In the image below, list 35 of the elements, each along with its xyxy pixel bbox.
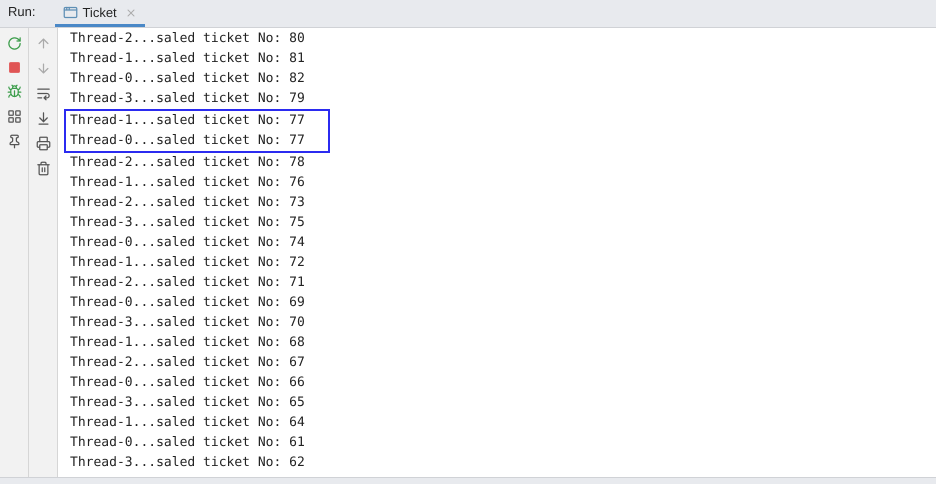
console-line: Thread-0...saled ticket No: 69 [70, 294, 306, 312]
print-icon[interactable] [36, 136, 50, 151]
console-line: Thread-1...saled ticket No: 68 [70, 334, 306, 352]
console-line: Thread-0...saled ticket No: 74 [70, 234, 306, 252]
console-line: Thread-1...saled ticket No: 81 [70, 50, 306, 68]
console-line: Thread-3...saled ticket No: 75 [70, 214, 306, 232]
console-tab[interactable]: Ticket [55, 1, 145, 27]
run-label: Run: [8, 2, 36, 20]
console-line: Thread-2...saled ticket No: 67 [70, 354, 306, 372]
console-line: Thread-1...saled ticket No: 72 [70, 254, 306, 272]
console-line: Thread-2...saled ticket No: 78 [70, 154, 306, 172]
console-line: Thread-2...saled ticket No: 80 [70, 30, 306, 48]
trash-icon[interactable] [36, 161, 50, 176]
layout-icon[interactable] [6, 109, 22, 124]
tab-title: Ticket [82, 4, 117, 22]
console-line: Thread-2...saled ticket No: 73 [70, 194, 306, 212]
bug-icon[interactable] [6, 84, 22, 99]
console-line: Thread-3...saled ticket No: 79 [70, 90, 306, 108]
window-icon [63, 5, 78, 20]
console-line: Thread-0...saled ticket No: 82 [70, 70, 306, 88]
pin-icon[interactable] [6, 134, 22, 149]
console-line: Thread-3...saled ticket No: 62 [70, 454, 306, 472]
console-line: Thread-1...saled ticket No: 76 [70, 174, 306, 192]
console-line: Thread-2...saled ticket No: 71 [70, 274, 306, 292]
console-line: Thread-0...saled ticket No: 66 [70, 374, 306, 392]
console-line: Thread-3...saled ticket No: 70 [70, 314, 306, 332]
rerun-icon[interactable] [6, 36, 22, 51]
console-line: Thread-1...saled ticket No: 64 [70, 414, 306, 432]
scroll-to-end-icon[interactable] [36, 111, 50, 126]
console-line: Thread-0...saled ticket No: 61 [70, 434, 306, 452]
console-line: Thread-3...saled ticket No: 65 [70, 394, 306, 412]
console-line: Thread-0...saled ticket No: 77 [70, 132, 306, 150]
soft-wrap-icon[interactable] [36, 86, 50, 101]
console-line: Thread-1...saled ticket No: 77 [70, 112, 306, 130]
stop-icon[interactable] [8, 61, 20, 74]
